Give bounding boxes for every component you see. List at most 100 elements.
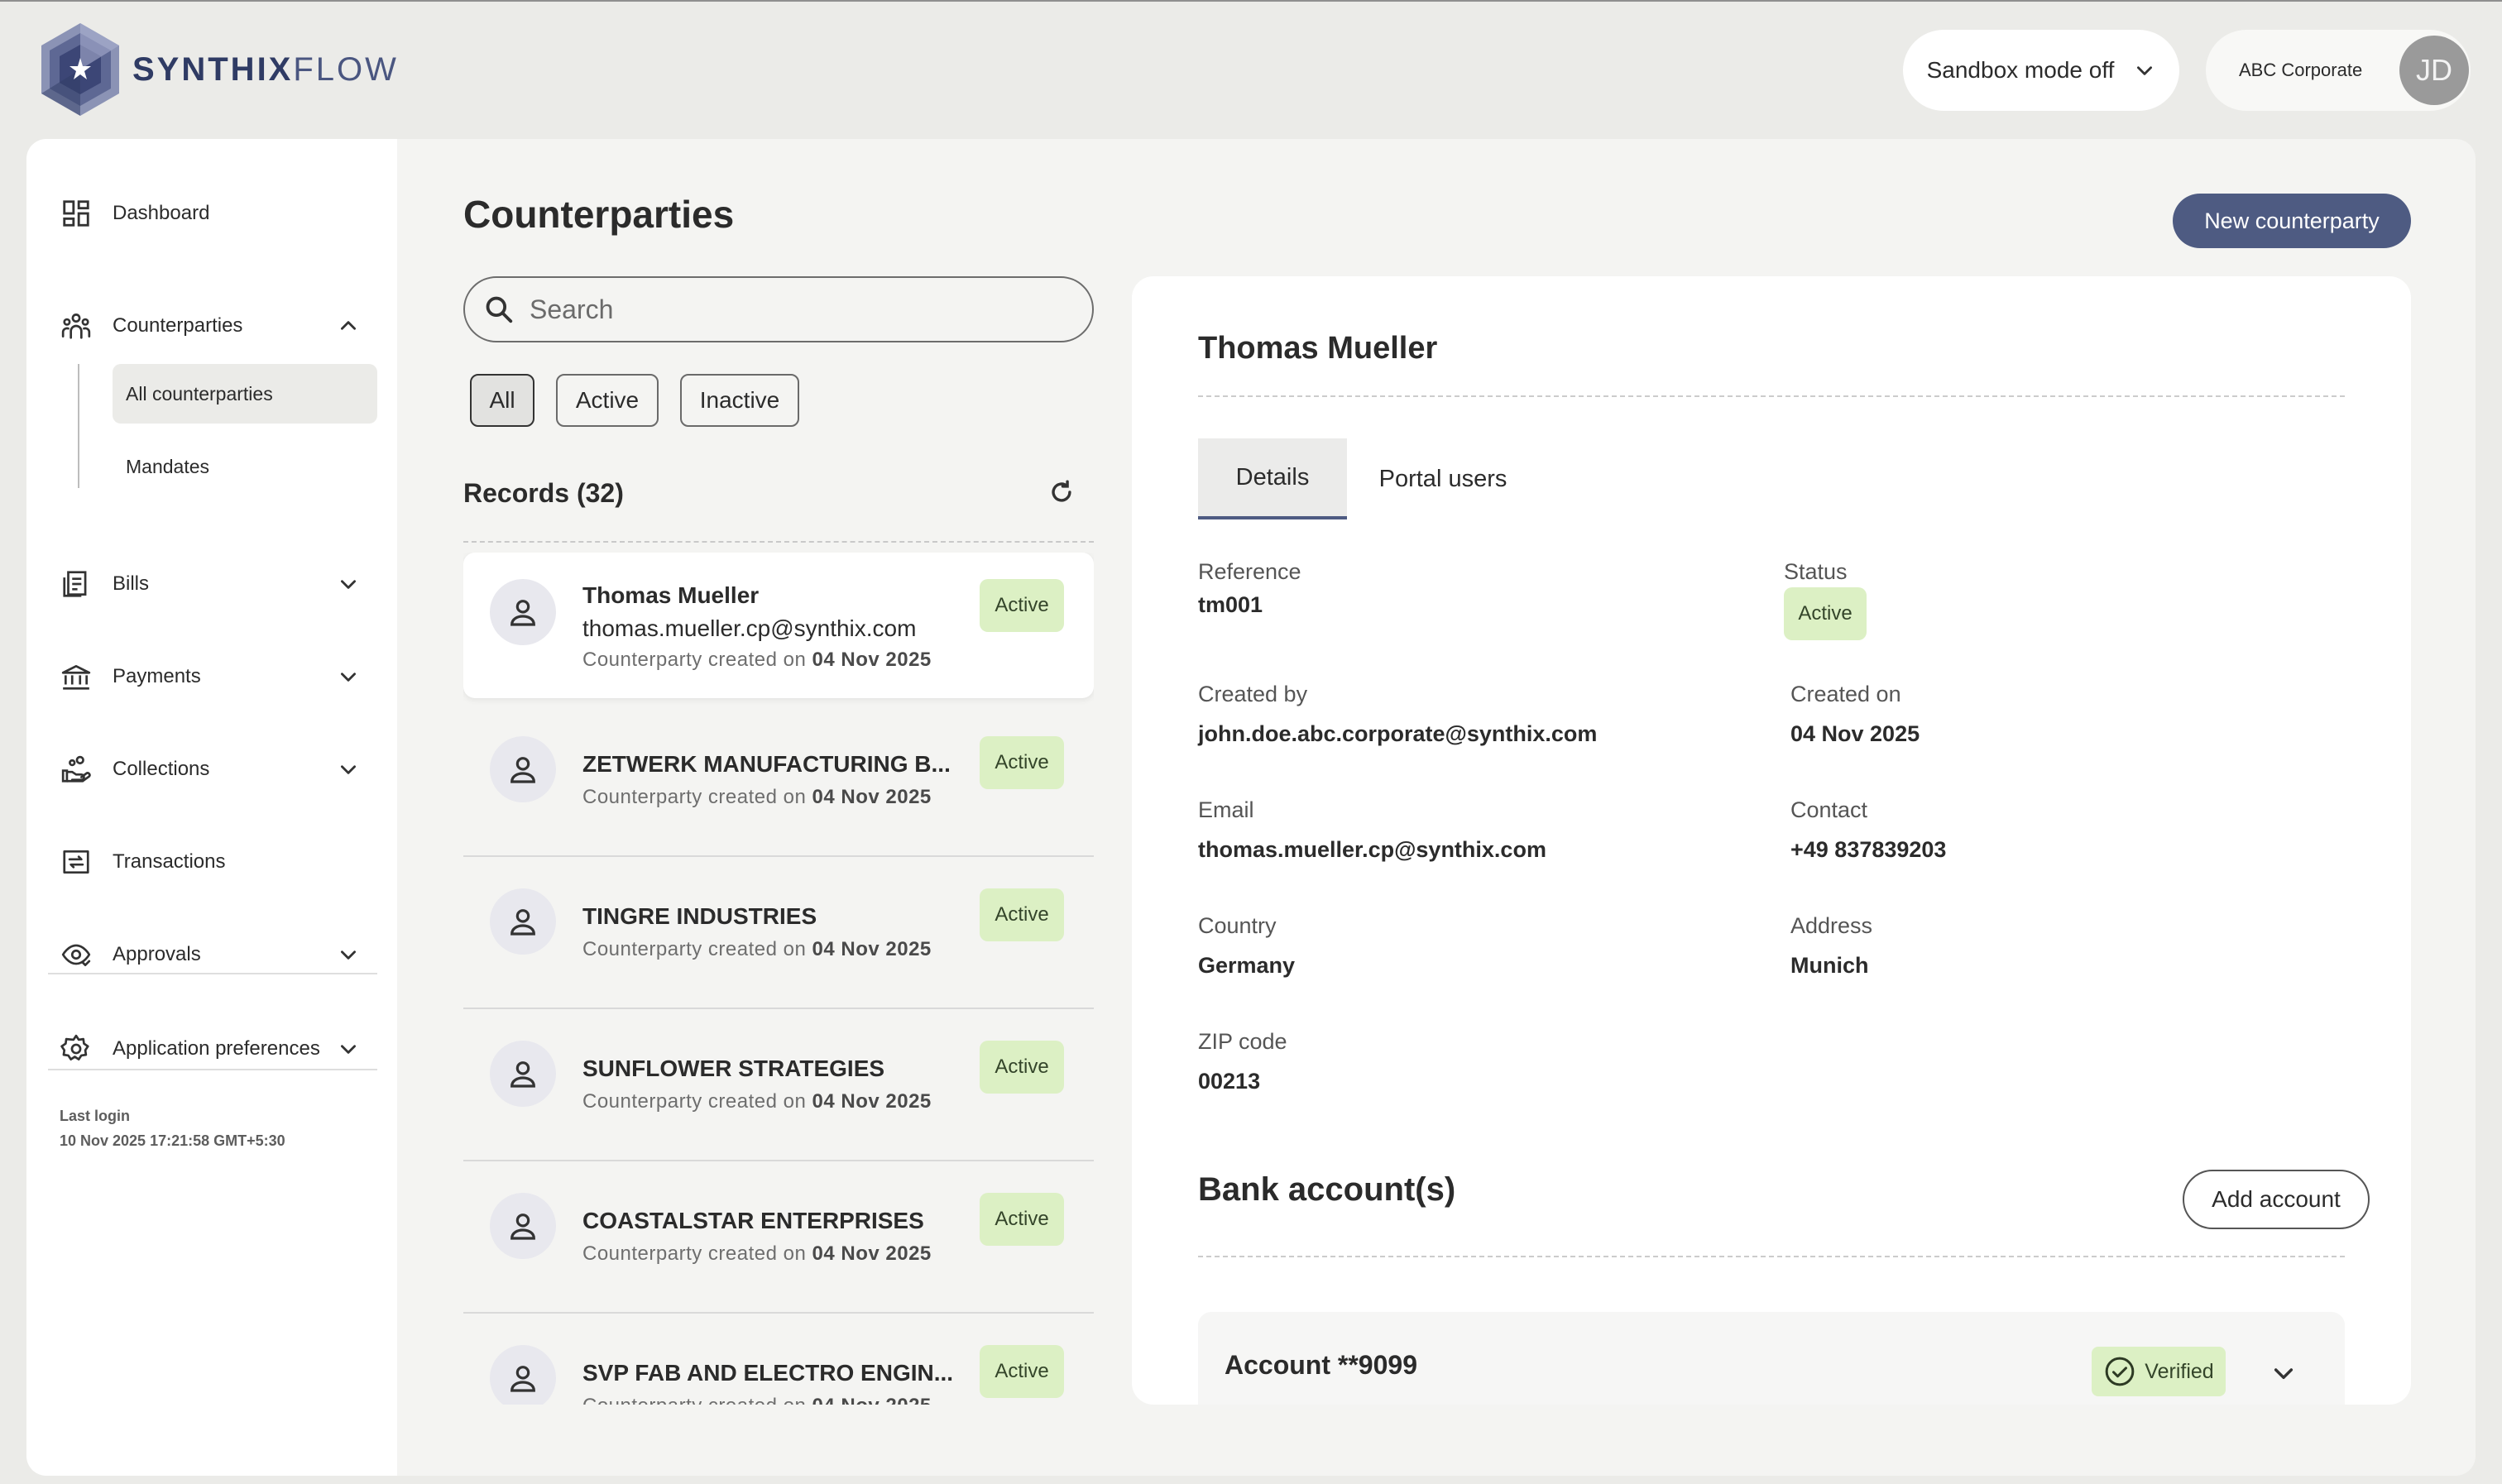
counterparty-name: ZETWERK MANUFACTURING B... bbox=[582, 751, 951, 777]
tab-portal-users[interactable]: Portal users bbox=[1360, 438, 1526, 519]
user-avatar[interactable]: JD bbox=[2399, 36, 2469, 105]
add-account-button[interactable]: Add account bbox=[2183, 1170, 2370, 1229]
chevron-down-icon[interactable] bbox=[2270, 1360, 2297, 1386]
page-title: Counterparties bbox=[463, 193, 735, 236]
address-label: Address bbox=[1790, 913, 1873, 938]
user-icon bbox=[490, 1193, 556, 1259]
status-badge: Active bbox=[980, 1345, 1064, 1398]
search-input[interactable] bbox=[530, 294, 1067, 325]
created-prefix: Counterparty created on bbox=[582, 786, 807, 808]
verified-badge: Verified bbox=[2092, 1347, 2226, 1396]
last-login-value: 10 Nov 2025 17:21:58 GMT+5:30 bbox=[60, 1132, 285, 1149]
bill-icon bbox=[60, 567, 93, 601]
sidebar-item-application-preferences[interactable]: Application preferences bbox=[60, 1024, 371, 1074]
list-top-divider bbox=[463, 541, 1094, 543]
sidebar-divider bbox=[48, 1069, 377, 1070]
created-by-label: Created by bbox=[1198, 682, 1308, 706]
created-prefix: Counterparty created on bbox=[582, 1242, 807, 1265]
list-item[interactable]: ZETWERK MANUFACTURING B... Counterparty … bbox=[463, 705, 1094, 857]
counterparty-name: SUNFLOWER STRATEGIES bbox=[582, 1056, 885, 1081]
status-badge: Active bbox=[980, 579, 1064, 632]
status-badge: Active bbox=[1784, 587, 1867, 640]
sandbox-mode-dropdown[interactable]: Sandbox mode off bbox=[1903, 30, 2179, 111]
eye-check-icon bbox=[60, 938, 93, 971]
counterparty-name: COASTALSTAR ENTERPRISES bbox=[582, 1208, 924, 1233]
sidebar-item-label: Application preferences bbox=[113, 1037, 320, 1060]
list-item[interactable]: Thomas Mueller thomas.mueller.cp@synthix… bbox=[463, 553, 1094, 698]
sidebar-item-payments[interactable]: Payments bbox=[60, 652, 371, 701]
user-icon bbox=[490, 579, 556, 645]
list-item[interactable]: SVP FAB AND ELECTRO ENGIN... Counterpart… bbox=[463, 1314, 1094, 1405]
list-item[interactable]: COASTALSTAR ENTERPRISES Counterparty cre… bbox=[463, 1161, 1094, 1314]
sandbox-mode-label: Sandbox mode off bbox=[1926, 57, 2115, 83]
list-item[interactable]: TINGRE INDUSTRIES Counterparty created o… bbox=[463, 857, 1094, 1009]
created-date: 04 Nov 2025 bbox=[812, 1395, 932, 1405]
hand-coins-icon bbox=[60, 753, 93, 786]
status-label: Status bbox=[1784, 559, 1848, 584]
sidebar-item-label: Counterparties bbox=[113, 314, 243, 337]
created-prefix: Counterparty created on bbox=[582, 938, 807, 960]
sidebar-item-transactions[interactable]: Transactions bbox=[60, 837, 371, 887]
sidebar-subitem-mandates[interactable]: Mandates bbox=[113, 437, 377, 496]
status-badge: Active bbox=[980, 736, 1064, 789]
email-value: thomas.mueller.cp@synthix.com bbox=[1198, 837, 1546, 862]
filter-inactive[interactable]: Inactive bbox=[680, 374, 799, 427]
app-shell: Dashboard Counterparties All counterpart… bbox=[26, 139, 2476, 1476]
people-icon bbox=[60, 309, 93, 342]
zip-code-value: 00213 bbox=[1198, 1069, 1261, 1094]
list-item[interactable]: SUNFLOWER STRATEGIES Counterparty create… bbox=[463, 1009, 1094, 1161]
new-counterparty-button[interactable]: New counterparty bbox=[2173, 194, 2411, 248]
filter-active[interactable]: Active bbox=[556, 374, 659, 427]
sidebar-item-label: Transactions bbox=[113, 850, 226, 873]
counterparty-created: Counterparty created on 04 Nov 2025 bbox=[582, 1090, 932, 1113]
logo-mark-icon bbox=[41, 23, 119, 116]
status-badge: Active bbox=[980, 1193, 1064, 1246]
user-icon bbox=[490, 1041, 556, 1107]
refresh-icon[interactable] bbox=[1047, 478, 1076, 506]
chevron-down-icon bbox=[341, 580, 356, 589]
user-icon bbox=[490, 1345, 556, 1405]
window-top-border bbox=[0, 0, 2502, 2]
counterparty-created: Counterparty created on 04 Nov 2025 bbox=[582, 786, 932, 809]
sidebar-item-label: Approvals bbox=[113, 943, 201, 965]
sidebar-item-collections[interactable]: Collections bbox=[60, 744, 371, 794]
sidebar-item-approvals[interactable]: Approvals bbox=[60, 930, 371, 979]
created-date: 04 Nov 2025 bbox=[812, 786, 932, 808]
bank-account-card[interactable]: Account **9099 Verified bbox=[1198, 1312, 2345, 1405]
counterparty-created: Counterparty created on 04 Nov 2025 bbox=[582, 649, 932, 672]
sidebar-subitem-label: All counterparties bbox=[126, 382, 273, 405]
dashboard-icon bbox=[60, 197, 93, 230]
filter-all[interactable]: All bbox=[470, 374, 534, 427]
detail-divider bbox=[1198, 395, 2345, 397]
account-menu[interactable]: ABC Corporate JD bbox=[2206, 30, 2471, 111]
check-circle-icon bbox=[2105, 1357, 2135, 1386]
sidebar: Dashboard Counterparties All counterpart… bbox=[26, 139, 397, 1476]
email-label: Email bbox=[1198, 797, 1254, 822]
sidebar-item-counterparties[interactable]: Counterparties bbox=[60, 301, 371, 351]
created-prefix: Counterparty created on bbox=[582, 1395, 806, 1405]
bank-account-title: Account **9099 bbox=[1225, 1350, 1417, 1380]
search-box[interactable] bbox=[463, 276, 1094, 342]
tab-details[interactable]: Details bbox=[1198, 438, 1347, 519]
brand-logo[interactable]: SYNTHIXFLOW bbox=[36, 22, 399, 117]
search-icon bbox=[486, 296, 513, 323]
created-by-value: john.doe.abc.corporate@synthix.com bbox=[1198, 721, 1598, 746]
contact-value: +49 837839203 bbox=[1790, 837, 1947, 862]
bank-icon bbox=[60, 660, 93, 693]
last-login-info: Last login 10 Nov 2025 17:21:58 GMT+5:30 bbox=[60, 1103, 285, 1153]
counterparty-email: thomas.mueller.cp@synthix.com bbox=[582, 615, 917, 641]
sidebar-subitem-all-counterparties[interactable]: All counterparties bbox=[113, 364, 377, 424]
sidebar-item-bills[interactable]: Bills bbox=[60, 559, 371, 609]
contact-label: Contact bbox=[1790, 797, 1868, 822]
chevron-down-icon bbox=[341, 765, 356, 774]
sidebar-item-dashboard[interactable]: Dashboard bbox=[60, 189, 371, 238]
reference-value: tm001 bbox=[1198, 592, 1263, 617]
country-value: Germany bbox=[1198, 953, 1296, 978]
brand-name-bold: SYNTHIX bbox=[132, 50, 294, 88]
counterparty-list: Thomas Mueller thomas.mueller.cp@synthix… bbox=[463, 553, 1094, 1405]
chevron-down-icon bbox=[341, 950, 356, 960]
verified-label: Verified bbox=[2145, 1359, 2214, 1383]
sidebar-item-label: Bills bbox=[113, 572, 150, 595]
last-login-label: Last login bbox=[60, 1108, 130, 1124]
created-date: 04 Nov 2025 bbox=[812, 938, 932, 960]
